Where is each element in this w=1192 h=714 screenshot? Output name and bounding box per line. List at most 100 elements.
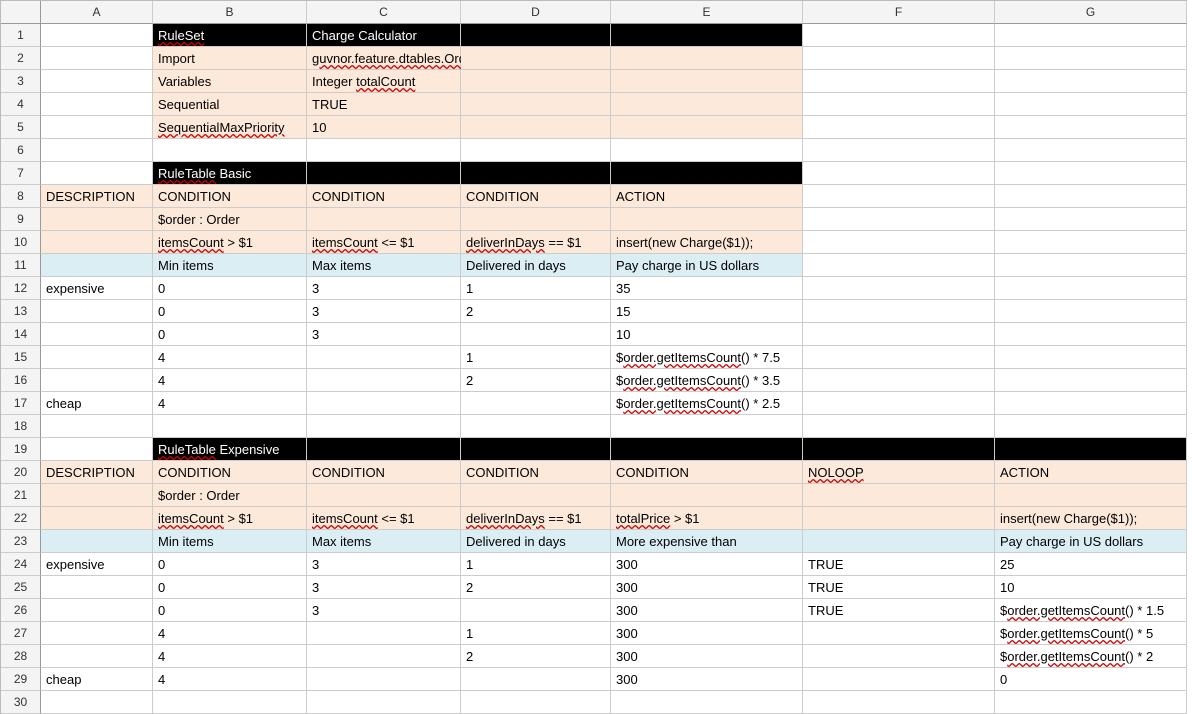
cell-F18[interactable] [803,415,995,438]
cell-C22[interactable]: itemsCount <= $1 [307,507,461,530]
cell-G14[interactable] [995,323,1187,346]
row-header-20[interactable]: 20 [1,461,41,484]
cell-G23[interactable]: Pay charge in US dollars [995,530,1187,553]
row-header-19[interactable]: 19 [1,438,41,461]
cell-B23[interactable]: Min items [153,530,307,553]
cell-F21[interactable] [803,484,995,507]
cell-C27[interactable] [307,622,461,645]
cell-D20[interactable]: CONDITION [461,461,611,484]
cell-E8[interactable]: ACTION [611,185,803,208]
cell-G7[interactable] [995,162,1187,185]
col-header-C[interactable]: C [307,1,461,24]
cell-B10[interactable]: itemsCount > $1 [153,231,307,254]
cell-B4[interactable]: Sequential [153,93,307,116]
cell-A6[interactable] [41,139,153,162]
cell-F17[interactable] [803,392,995,415]
cell-E14[interactable]: 10 [611,323,803,346]
cell-C3[interactable]: Integer totalCount [307,70,461,93]
cell-E18[interactable] [611,415,803,438]
cell-E6[interactable] [611,139,803,162]
cell-E24[interactable]: 300 [611,553,803,576]
cell-D8[interactable]: CONDITION [461,185,611,208]
cell-A29[interactable]: cheap [41,668,153,691]
cell-G10[interactable] [995,231,1187,254]
cell-D2[interactable] [461,47,611,70]
row-header-21[interactable]: 21 [1,484,41,507]
cell-D11[interactable]: Delivered in days [461,254,611,277]
cell-B14[interactable]: 0 [153,323,307,346]
cell-D4[interactable] [461,93,611,116]
cell-G28[interactable]: $order.getItemsCount() * 2 [995,645,1187,668]
cell-D13[interactable]: 2 [461,300,611,323]
cell-E27[interactable]: 300 [611,622,803,645]
cell-F24[interactable]: TRUE [803,553,995,576]
row-header-15[interactable]: 15 [1,346,41,369]
cell-A21[interactable] [41,484,153,507]
cell-C23[interactable]: Max items [307,530,461,553]
cell-D27[interactable]: 1 [461,622,611,645]
cell-C8[interactable]: CONDITION [307,185,461,208]
cell-F20[interactable]: NOLOOP [803,461,995,484]
cell-B9[interactable]: $order : Order [153,208,307,231]
cell-G24[interactable]: 25 [995,553,1187,576]
cell-B8[interactable]: CONDITION [153,185,307,208]
cell-D3[interactable] [461,70,611,93]
cell-G12[interactable] [995,277,1187,300]
row-header-28[interactable]: 28 [1,645,41,668]
cell-A26[interactable] [41,599,153,622]
cell-E11[interactable]: Pay charge in US dollars [611,254,803,277]
row-header-10[interactable]: 10 [1,231,41,254]
cell-B5[interactable]: SequentialMaxPriority [153,116,307,139]
cell-G16[interactable] [995,369,1187,392]
cell-E21[interactable] [611,484,803,507]
cell-A15[interactable] [41,346,153,369]
cell-F29[interactable] [803,668,995,691]
cell-B11[interactable]: Min items [153,254,307,277]
cell-A2[interactable] [41,47,153,70]
cell-E28[interactable]: 300 [611,645,803,668]
cell-F5[interactable] [803,116,995,139]
col-header-F[interactable]: F [803,1,995,24]
cell-E1[interactable] [611,24,803,47]
cell-D28[interactable]: 2 [461,645,611,668]
cell-A12[interactable]: expensive [41,277,153,300]
cell-C10[interactable]: itemsCount <= $1 [307,231,461,254]
cell-C29[interactable] [307,668,461,691]
cell-E12[interactable]: 35 [611,277,803,300]
row-header-9[interactable]: 9 [1,208,41,231]
cell-B6[interactable] [153,139,307,162]
cell-C1[interactable]: Charge Calculator [307,24,461,47]
cell-F3[interactable] [803,70,995,93]
cell-A22[interactable] [41,507,153,530]
row-header-26[interactable]: 26 [1,599,41,622]
cell-D18[interactable] [461,415,611,438]
cell-A9[interactable] [41,208,153,231]
cell-E4[interactable] [611,93,803,116]
cell-D19[interactable] [461,438,611,461]
cell-A8[interactable]: DESCRIPTION [41,185,153,208]
cell-A4[interactable] [41,93,153,116]
cell-G17[interactable] [995,392,1187,415]
spreadsheet-grid[interactable]: ABCDEFG1RuleSetCharge Calculator2Importg… [0,0,1187,714]
cell-C6[interactable] [307,139,461,162]
cell-A25[interactable] [41,576,153,599]
cell-F23[interactable] [803,530,995,553]
cell-C11[interactable]: Max items [307,254,461,277]
cell-B2[interactable]: Import [153,47,307,70]
cell-B16[interactable]: 4 [153,369,307,392]
cell-F19[interactable] [803,438,995,461]
cell-E22[interactable]: totalPrice > $1 [611,507,803,530]
cell-E15[interactable]: $order.getItemsCount() * 7.5 [611,346,803,369]
row-header-13[interactable]: 13 [1,300,41,323]
cell-B12[interactable]: 0 [153,277,307,300]
cell-C28[interactable] [307,645,461,668]
col-header-D[interactable]: D [461,1,611,24]
cell-D21[interactable] [461,484,611,507]
row-header-3[interactable]: 3 [1,70,41,93]
cell-A7[interactable] [41,162,153,185]
cell-B18[interactable] [153,415,307,438]
row-header-8[interactable]: 8 [1,185,41,208]
cell-A27[interactable] [41,622,153,645]
cell-A11[interactable] [41,254,153,277]
row-header-25[interactable]: 25 [1,576,41,599]
